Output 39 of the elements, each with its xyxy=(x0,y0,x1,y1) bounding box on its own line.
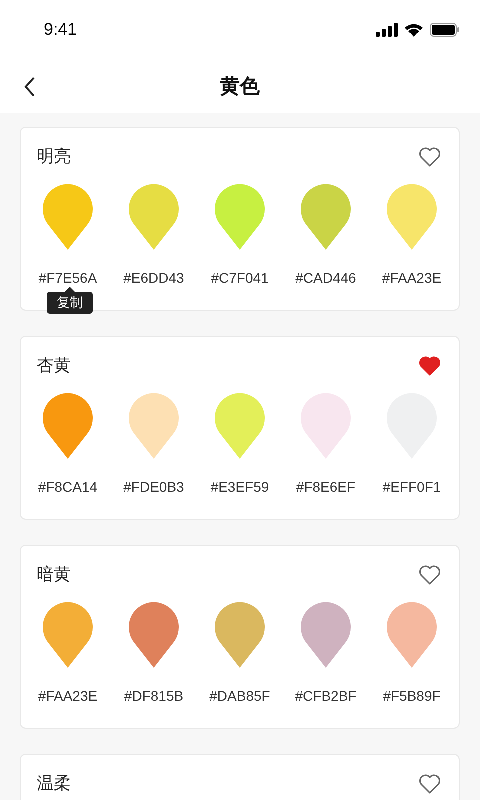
color-drop[interactable] xyxy=(214,393,266,459)
color-code[interactable]: #EFF0F1 xyxy=(382,477,442,498)
color-code[interactable]: #CAD446 xyxy=(296,268,356,289)
palette-name: 明亮 xyxy=(37,146,71,168)
color-code[interactable]: #CFB2BF xyxy=(295,686,357,707)
signal-icon xyxy=(376,23,398,37)
color-code[interactable]: #F5B89F xyxy=(383,686,441,707)
palette-name: 杏黄 xyxy=(37,355,71,378)
back-icon xyxy=(24,77,36,97)
color-code[interactable]: #F8E6EF xyxy=(296,477,356,498)
color-code[interactable]: #F8CA14 xyxy=(38,477,98,498)
color-drop[interactable] xyxy=(42,393,94,459)
color-code[interactable]: #FAA23E xyxy=(382,268,442,289)
color-drop[interactable] xyxy=(300,393,352,459)
color-code[interactable]: #DF815B xyxy=(124,686,184,707)
color-code[interactable]: #E3EF59 xyxy=(210,477,270,498)
color-drop[interactable] xyxy=(42,602,94,668)
color-drop[interactable] xyxy=(128,184,180,250)
color-drop[interactable] xyxy=(300,602,352,668)
color-drop[interactable] xyxy=(386,602,438,668)
color-drop[interactable] xyxy=(386,184,438,250)
color-code[interactable]: #F7E56A xyxy=(38,268,98,289)
color-code[interactable]: #C7F041 xyxy=(211,268,269,289)
color-code[interactable]: #FDE0B3 xyxy=(124,477,184,498)
color-drop[interactable] xyxy=(214,184,266,250)
battery-icon xyxy=(430,23,460,37)
color-code[interactable]: #FAA23E xyxy=(38,686,98,707)
color-drop[interactable] xyxy=(128,602,180,668)
status-time: 9:41 xyxy=(44,19,78,42)
color-code[interactable]: #DAB85F xyxy=(210,686,270,707)
palette-name: 暗黄 xyxy=(37,564,71,586)
color-code[interactable]: #E6DD43 xyxy=(124,268,184,289)
palette-name: 温柔 xyxy=(37,773,71,796)
color-drop[interactable] xyxy=(214,602,266,668)
color-drop[interactable] xyxy=(42,184,94,250)
wifi-icon xyxy=(404,23,424,37)
page-title: 黄色 xyxy=(220,74,260,100)
color-drop[interactable] xyxy=(128,393,180,459)
color-drop[interactable] xyxy=(300,184,352,250)
